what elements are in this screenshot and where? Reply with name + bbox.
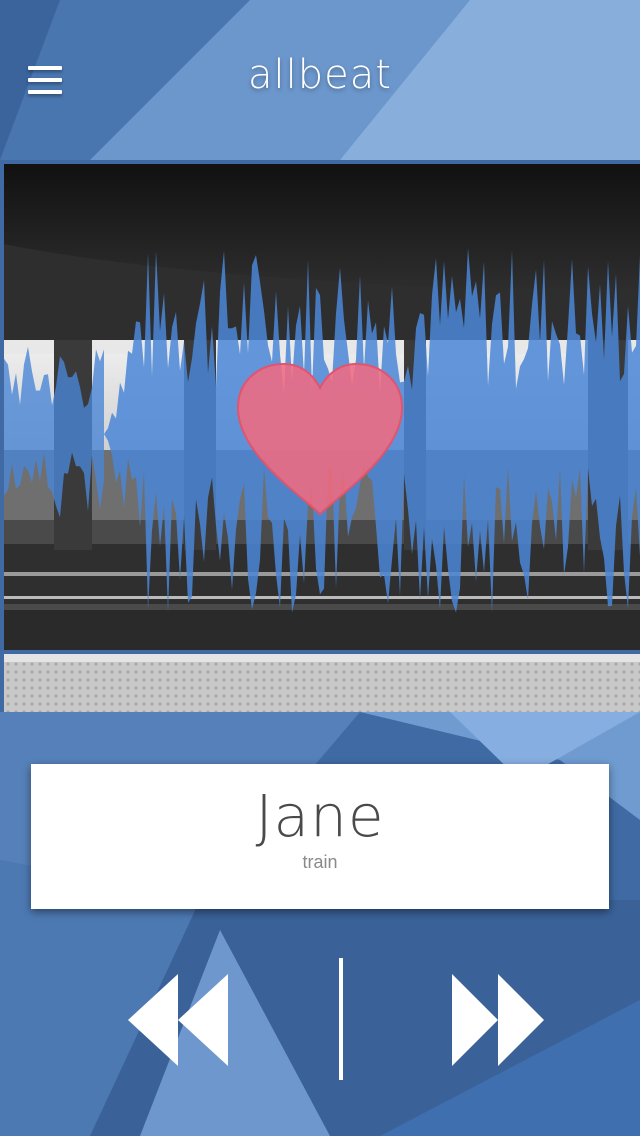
app-header: allbeat [0, 0, 640, 160]
fast-forward-icon[interactable] [452, 974, 546, 1066]
track-info-card: Jane train [31, 764, 609, 909]
track-title: Jane [255, 782, 385, 850]
track-subtitle: train [302, 852, 338, 872]
album-artwork [4, 164, 640, 712]
controls-divider [339, 958, 343, 1080]
heart-icon[interactable] [232, 362, 408, 522]
app-title: allbeat [248, 52, 392, 98]
waveform-shape-left [4, 346, 104, 518]
rewind-icon[interactable] [128, 974, 232, 1066]
